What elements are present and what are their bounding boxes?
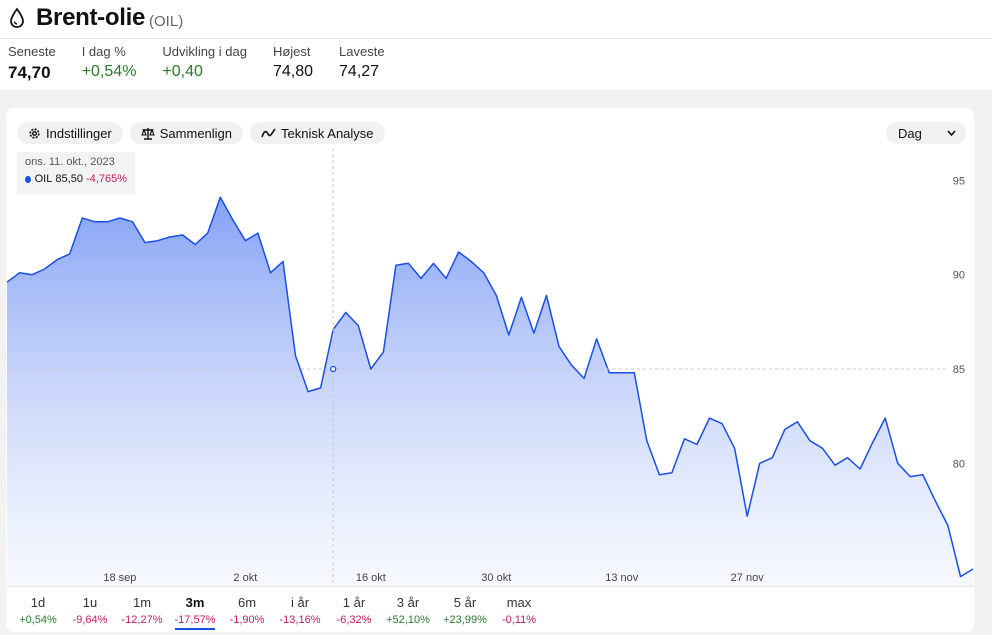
x-tick-label: 13 nov — [605, 572, 639, 584]
range-label: 1d — [30, 595, 46, 610]
stat-label: Seneste — [8, 44, 56, 59]
chart-toolbar: Indstillinger Sammenlign Teknisk Analyse — [17, 122, 392, 144]
range-1[interactable]: 1u -9,64% — [64, 587, 116, 631]
range-change: -9,64% — [72, 614, 108, 626]
scale-icon — [140, 127, 155, 140]
stat-value: 74,70 — [8, 63, 51, 82]
tooltip-value: 85,50 — [55, 173, 83, 185]
range-2[interactable]: 1m -12,27% — [116, 587, 168, 631]
y-tick-label: 90 — [953, 270, 965, 282]
price-chart[interactable]: 80 85 90 95 18 sep 2 okt 16 okt 30 okt 13 nov 27 … — [6, 108, 974, 586]
settings-label: Indstillinger — [46, 125, 112, 141]
tooltip-date: ons. 11. okt., 2023 — [25, 156, 115, 168]
stat-2: Udvikling i dag +0,40 — [162, 44, 247, 83]
series-area — [7, 197, 973, 586]
gear-icon — [29, 127, 40, 139]
chevron-down-icon — [947, 130, 956, 136]
range-selector: 1d +0,54% 1u -9,64% 1m -12,27% 3m -17,57% 6m -1,9… — [6, 586, 974, 632]
y-tick-label: 85 — [953, 364, 965, 376]
stat-value: +0,54% — [81, 63, 137, 80]
range-label: 5 år — [453, 595, 477, 610]
active-range-underline — [175, 628, 215, 630]
y-tick-label: 80 — [953, 458, 965, 470]
range-change: -13,16% — [279, 614, 321, 626]
range-5[interactable]: i år -13,16% — [272, 587, 328, 631]
title-row: Brent-olie (OIL) — [8, 4, 183, 32]
range-label: 3 år — [396, 595, 420, 610]
x-tick-label: 30 okt — [481, 572, 511, 584]
range-change: +23,99% — [443, 614, 487, 626]
range-change: -6,32% — [336, 614, 372, 626]
technical-analysis-label: Teknisk Analyse — [281, 125, 374, 141]
range-label: 1u — [82, 595, 98, 610]
range-0[interactable]: 1d +0,54% — [12, 587, 64, 631]
range-8[interactable]: 5 år +23,99% — [436, 587, 494, 631]
range-6[interactable]: 1 år -6,32% — [328, 587, 380, 631]
tooltip-series-row: OIL 85,50 -4,765% — [25, 173, 127, 185]
compare-label: Sammenlign — [159, 125, 233, 141]
crosshair-point — [330, 365, 337, 373]
range-label: max — [506, 595, 532, 610]
x-tick-label: 27 nov — [731, 572, 765, 584]
range-change: +52,10% — [386, 614, 430, 626]
range-7[interactable]: 3 år +52,10% — [380, 587, 436, 631]
range-3[interactable]: 3m -17,57% — [168, 587, 222, 631]
range-change: -17,57% — [174, 614, 216, 626]
y-tick-label: 95 — [953, 175, 965, 187]
stat-label: Udvikling i dag — [162, 44, 247, 59]
range-change: +0,54% — [19, 614, 57, 626]
range-label: 3m — [185, 595, 205, 610]
range-label: 1m — [132, 595, 152, 610]
range-label: 1 år — [342, 595, 366, 610]
x-tick-label: 18 sep — [103, 572, 136, 584]
range-change: -12,27% — [121, 614, 163, 626]
technical-analysis-button[interactable]: Teknisk Analyse — [250, 122, 385, 144]
tooltip-series: OIL — [34, 173, 53, 185]
stats-row: Seneste 74,70 I dag % +0,54% Udvikling i dag… — [8, 44, 411, 83]
range-label: 6m — [237, 595, 257, 610]
oil-drop-icon — [10, 7, 24, 28]
stat-4: Laveste 74,27 — [339, 44, 385, 83]
stat-label: Højest — [272, 44, 311, 59]
range-9[interactable]: max -0,11% — [494, 587, 544, 631]
interval-select[interactable]: Dag — [886, 122, 966, 144]
chart-tooltip: ons. 11. okt., 2023 OIL 85,50 -4,765% — [17, 152, 135, 194]
trend-line-icon — [261, 128, 276, 138]
x-tick-label: 2 okt — [233, 572, 257, 584]
tooltip-change: -4,765% — [86, 173, 127, 185]
stat-3: Højest 74,80 — [273, 44, 313, 83]
stat-value: 74,80 — [272, 63, 314, 80]
range-4[interactable]: 6m -1,90% — [222, 587, 272, 631]
series-dot-icon — [25, 175, 31, 183]
stat-value: 74,27 — [339, 63, 380, 80]
stat-1: I dag % +0,54% — [82, 44, 137, 83]
settings-button[interactable]: Indstillinger — [17, 122, 123, 144]
stat-value: +0,40 — [162, 63, 203, 80]
header-divider — [0, 38, 992, 39]
ticker-symbol: (OIL) — [149, 12, 184, 30]
page-title: Brent-olie — [36, 4, 146, 31]
chart-card: 80 85 90 95 18 sep 2 okt 16 okt 30 okt 13 nov 27 … — [6, 108, 974, 632]
interval-value: Dag — [898, 125, 922, 141]
compare-button[interactable]: Sammenlign — [129, 122, 244, 144]
range-label: i år — [290, 595, 310, 610]
x-tick-label: 16 okt — [356, 572, 386, 584]
stat-0: Seneste 74,70 — [8, 44, 56, 83]
stat-label: I dag % — [81, 44, 126, 59]
range-change: -0,11% — [501, 614, 537, 626]
stat-label: Laveste — [339, 44, 385, 59]
range-change: -1,90% — [229, 614, 265, 626]
instrument-header: Brent-olie (OIL) Seneste 74,70 I dag % +0,5… — [0, 0, 992, 90]
